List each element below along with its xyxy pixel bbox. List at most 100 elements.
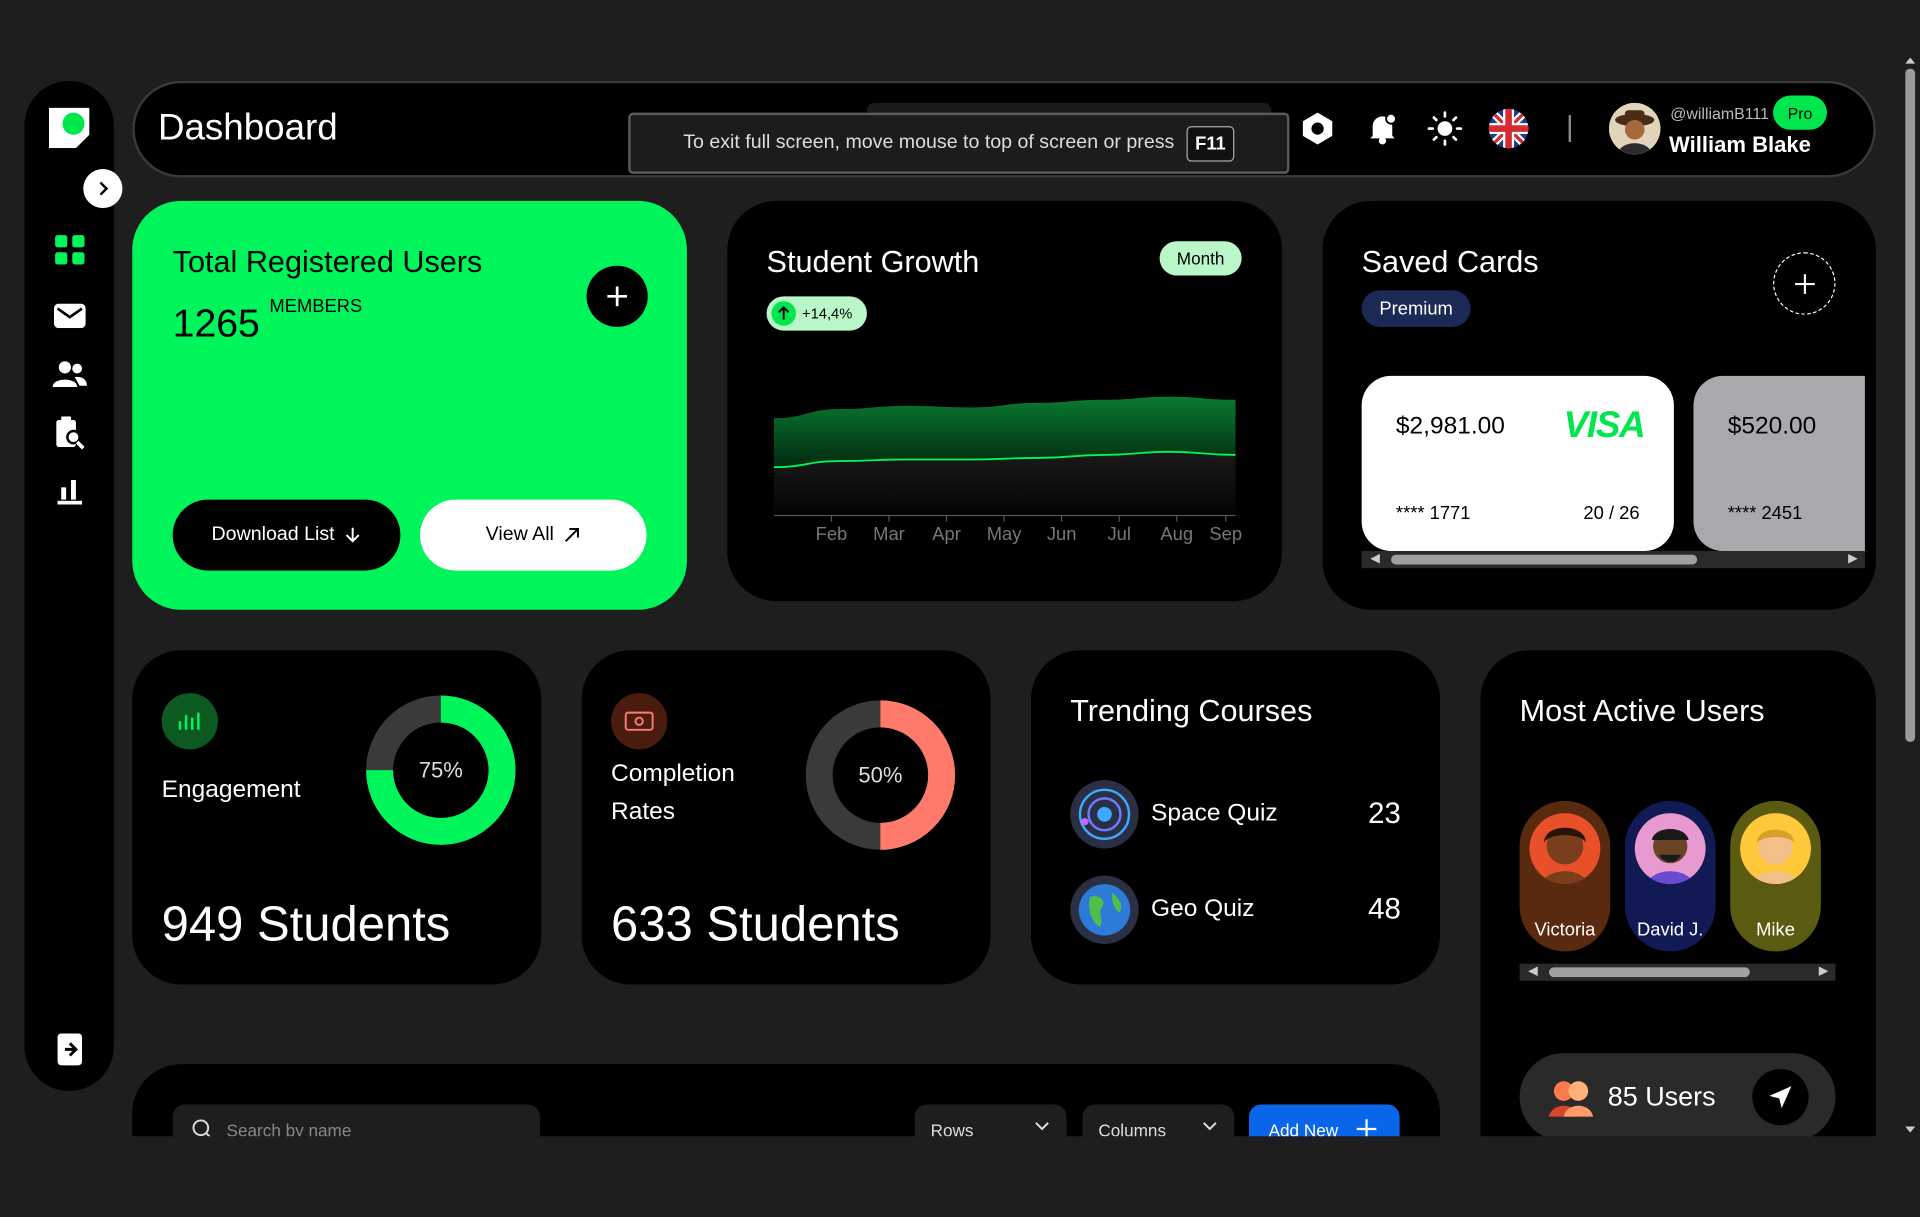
scrollbar-thumb[interactable] [1905, 68, 1916, 743]
page-title: Dashboard [157, 107, 338, 149]
student-growth-title: Student Growth [766, 244, 980, 280]
x-tick-label: Aug [1160, 523, 1193, 544]
active-user-name: Mike [1756, 919, 1795, 941]
sidebar-item-analytics[interactable] [53, 473, 87, 507]
users-scrollbar[interactable]: ◀ ▶ [1519, 963, 1836, 981]
send-icon [1769, 1086, 1792, 1109]
members-unit: MEMBERS [269, 296, 363, 318]
app-logo[interactable] [48, 107, 90, 149]
fullscreen-notice: To exit full screen, move mouse to top o… [628, 112, 1290, 174]
scroll-right-icon[interactable]: ▶ [1848, 551, 1857, 568]
search-icon [192, 1119, 211, 1137]
scroll-left-icon[interactable]: ◀ [1370, 551, 1379, 568]
payment-card[interactable]: $2,981.00 VISA **** 1771 20 / 26 [1361, 375, 1674, 552]
grid-icon [55, 235, 85, 265]
sidebar-item-users[interactable] [52, 358, 87, 392]
arrow-down-icon [346, 527, 360, 543]
course-count: 23 [1368, 797, 1401, 831]
saved-cards-title: Saved Cards [1361, 244, 1539, 280]
active-user-item[interactable]: David J. [1624, 800, 1716, 952]
card-balance: $520.00 [1727, 412, 1817, 440]
top-bar: Dashboard To exit full screen, move mous… [132, 80, 1876, 178]
add-card-button[interactable] [1773, 252, 1836, 315]
user-handle: @williamB111 [1670, 104, 1769, 123]
card-number: **** 2451 [1727, 503, 1803, 525]
x-tick-label: Jul [1107, 523, 1130, 544]
saved-cards-card: Saved Cards Premium $2,981.00 VISA **** … [1322, 200, 1876, 610]
uk-flag-icon [1488, 108, 1529, 149]
users-count: 85 Users [1607, 1081, 1716, 1112]
chevron-down-icon [1202, 1122, 1217, 1131]
sidebar-item-mail[interactable] [53, 299, 87, 333]
card-number: **** 1771 [1395, 503, 1471, 525]
chevron-right-icon [99, 181, 109, 196]
x-tick-label: May [987, 523, 1023, 544]
columns-dropdown-label: Columns [1098, 1120, 1167, 1137]
course-name: Space Quiz [1151, 799, 1278, 827]
scrollbar-thumb[interactable] [1548, 967, 1750, 978]
plus-icon [1794, 273, 1815, 294]
download-list-label: Download List [211, 524, 335, 545]
columns-dropdown[interactable]: Columns [1082, 1104, 1235, 1137]
scroll-up-icon[interactable] [1904, 54, 1916, 66]
plus-icon [1356, 1119, 1377, 1137]
pro-badge: Pro [1773, 95, 1827, 130]
send-button[interactable] [1752, 1068, 1809, 1126]
cards-scrollbar[interactable]: ◀ ▶ [1361, 551, 1865, 569]
rows-dropdown[interactable]: Rows [914, 1104, 1067, 1137]
theme-toggle-button[interactable] [1424, 108, 1466, 150]
chevron-down-icon [1035, 1122, 1049, 1131]
group-users-icon [1548, 1081, 1594, 1117]
sun-icon [1427, 111, 1463, 146]
most-active-users-title: Most Active Users [1519, 694, 1765, 729]
registered-users-title: Total Registered Users [172, 244, 483, 280]
course-name: Geo Quiz [1151, 895, 1255, 923]
scroll-down-icon[interactable] [1904, 1124, 1916, 1136]
settings-button[interactable] [1297, 108, 1339, 150]
period-select[interactable]: Month [1159, 241, 1242, 276]
course-item[interactable]: Geo Quiz 48 [1070, 875, 1401, 945]
scroll-right-icon[interactable]: ▶ [1819, 964, 1828, 981]
active-user-name: Victoria [1534, 919, 1596, 941]
bell-icon [1370, 112, 1397, 145]
add-new-label: Add New [1268, 1120, 1339, 1137]
x-tick-label: Mar [873, 523, 905, 544]
page-scrollbar[interactable] [1900, 53, 1920, 1137]
active-user-item[interactable]: Victoria [1519, 800, 1611, 952]
trending-courses-card: Trending Courses Space Quiz 23 Geo Quiz … [1031, 650, 1441, 985]
completion-icon-wrap [611, 693, 668, 750]
user-avatar [1634, 813, 1706, 885]
view-all-button[interactable]: View All [420, 499, 647, 571]
sidebar-item-reports[interactable] [53, 416, 87, 450]
screen-bottom-area [0, 1136, 1920, 1217]
logout-button[interactable] [53, 1032, 87, 1066]
add-new-button[interactable]: Add New [1248, 1104, 1400, 1137]
money-icon [624, 711, 654, 731]
users-count-pill[interactable]: 85 Users [1519, 1053, 1836, 1142]
scrollbar-thumb[interactable] [1391, 554, 1698, 565]
arrow-up-icon [771, 301, 796, 326]
space-quiz-icon [1070, 780, 1139, 849]
user-avatar[interactable] [1608, 102, 1661, 155]
download-list-button[interactable]: Download List [172, 499, 401, 571]
user-avatar [1529, 813, 1601, 885]
sidebar-toggle-button[interactable] [83, 168, 123, 209]
course-item[interactable]: Space Quiz 23 [1070, 780, 1401, 849]
sidebar-item-dashboard[interactable] [53, 233, 87, 267]
completion-percent: 50% [858, 762, 903, 788]
search-input[interactable]: Search by name [172, 1104, 541, 1137]
growth-change-value: +14,4% [802, 304, 853, 323]
engagement-icon-wrap [161, 693, 218, 750]
active-user-item[interactable]: Mike [1730, 800, 1821, 952]
scroll-left-icon[interactable]: ◀ [1528, 964, 1537, 981]
premium-badge: Premium [1361, 290, 1471, 327]
add-user-button[interactable] [586, 265, 648, 327]
notifications-button[interactable] [1362, 108, 1404, 150]
student-growth-chart: Feb Mar Apr May Jun Jul Aug Sep [773, 396, 1242, 544]
users-icon [52, 361, 87, 387]
language-button[interactable] [1488, 108, 1530, 150]
active-user-name: David J. [1637, 919, 1704, 941]
x-tick-label: Feb [816, 523, 848, 544]
payment-card[interactable]: $520.00 **** 2451 [1693, 375, 1865, 552]
completion-label: Completion Rates [611, 756, 735, 832]
